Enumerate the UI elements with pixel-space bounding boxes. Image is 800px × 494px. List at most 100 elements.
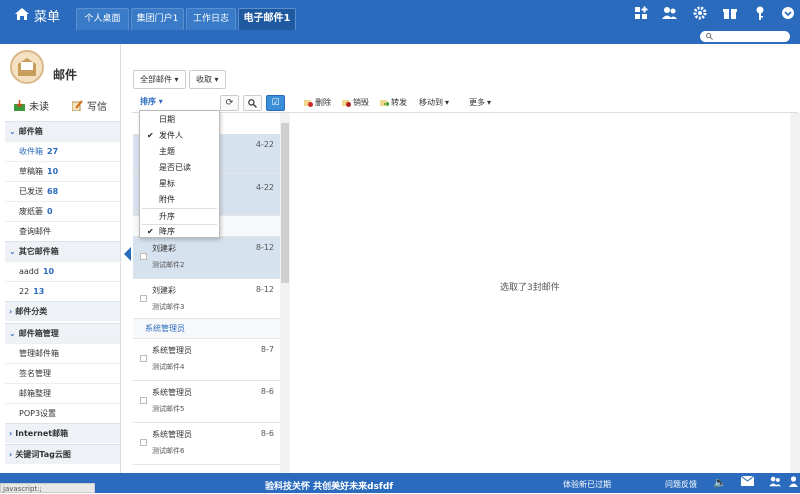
- user-icon[interactable]: [789, 476, 798, 490]
- list-item[interactable]: 刘建彩 8-12 测试邮件3: [133, 279, 280, 319]
- sort-option-asc[interactable]: 升序: [140, 209, 219, 225]
- row-checkbox[interactable]: [140, 253, 147, 260]
- mail-date: 8-6: [260, 387, 274, 396]
- mail-subject: 测试邮件3: [152, 303, 185, 311]
- sort-option-attachment[interactable]: 附件: [140, 192, 219, 208]
- more-dropdown[interactable]: 更多 ▾: [469, 97, 491, 108]
- grid-plus-icon[interactable]: [633, 6, 649, 22]
- item-label: 签名管理: [19, 369, 51, 378]
- tab-email[interactable]: 电子邮件1: [238, 8, 296, 30]
- key-icon[interactable]: [752, 6, 768, 22]
- sort-option-subject[interactable]: 主题: [140, 144, 219, 160]
- option-label: 主题: [159, 147, 175, 156]
- sidebar-item-organize[interactable]: 邮箱整理: [5, 383, 120, 403]
- item-count: 68: [47, 187, 59, 196]
- sidebar-item-signature[interactable]: 签名管理: [5, 363, 120, 383]
- sort-option-star[interactable]: 星标: [140, 176, 219, 192]
- sidebar-item-aadd[interactable]: aadd 10: [5, 261, 120, 281]
- check-icon: ✔: [147, 131, 154, 140]
- users-icon[interactable]: [769, 476, 782, 490]
- users-icon[interactable]: [662, 6, 678, 22]
- chevron-right-icon: ›: [9, 450, 13, 459]
- tab-work-log[interactable]: 工作日志: [186, 8, 236, 30]
- sidebar-item-search-mail[interactable]: 查询邮件: [5, 221, 120, 241]
- sidebar-item-pop3[interactable]: POP3设置: [5, 403, 120, 423]
- mail-icon[interactable]: [740, 475, 755, 489]
- tab-portal[interactable]: 集团门户1: [131, 8, 184, 30]
- chevron-down-icon: ⌄: [9, 247, 16, 256]
- section-other-mailbox[interactable]: ⌄ 其它邮件箱: [5, 241, 120, 261]
- collapse-sidebar-icon[interactable]: [124, 247, 131, 261]
- item-label: 管理邮件箱: [19, 349, 59, 358]
- item-label: 草稿箱: [19, 167, 43, 176]
- list-item[interactable]: 系统管理员 8-6 测试邮件6: [133, 423, 280, 465]
- row-checkbox[interactable]: [140, 439, 147, 446]
- preview-scrollbar[interactable]: [790, 113, 800, 473]
- sidebar-item-drafts[interactable]: 草稿箱 10: [5, 161, 120, 181]
- list-item[interactable]: 刘建彩 8-12 测试邮件2: [133, 237, 280, 279]
- write-button[interactable]: 写信: [72, 96, 107, 114]
- delete-mail-icon: [304, 100, 313, 107]
- select-all-button[interactable]: ☑: [266, 95, 285, 111]
- recall-button[interactable]: 销毁: [342, 97, 369, 108]
- section-mailbox-manage[interactable]: ⌄ 邮件箱管理: [5, 323, 120, 343]
- list-item[interactable]: 系统管理员 8-6 测试邮件5: [133, 381, 280, 423]
- gear-icon[interactable]: [692, 6, 708, 22]
- item-label: aadd: [19, 267, 39, 276]
- mail-date: 8-7: [260, 345, 274, 354]
- section-label: 关键词Tag云图: [15, 450, 71, 459]
- receive-dropdown[interactable]: 收取 ▾: [189, 70, 226, 89]
- list-scrollbar[interactable]: [280, 113, 290, 473]
- feedback-link[interactable]: 问题反馈: [665, 479, 697, 490]
- sidebar-item-22[interactable]: 22 13: [5, 281, 120, 301]
- receive-label: 收取: [196, 75, 212, 84]
- section-mail-category[interactable]: › 邮件分类: [5, 301, 120, 321]
- scrollbar-thumb[interactable]: [281, 123, 289, 283]
- refresh-icon: ⟳: [225, 98, 234, 108]
- speaker-icon[interactable]: 🔈: [713, 476, 727, 489]
- list-item[interactable]: 系统管理员 8-7 测试邮件4: [133, 339, 280, 381]
- inbox-download-icon: [14, 99, 25, 111]
- section-mailbox[interactable]: ⌄ 邮件箱: [5, 121, 120, 141]
- sidebar-item-manage-mailbox[interactable]: 管理邮件箱: [5, 343, 120, 363]
- forward-button[interactable]: 转发: [380, 97, 407, 108]
- all-mail-dropdown[interactable]: 全部邮件 ▾: [133, 70, 186, 89]
- forward-label: 转发: [391, 98, 407, 107]
- sort-option-date[interactable]: 日期: [140, 112, 219, 128]
- sidebar-item-trash[interactable]: 废纸篓 0: [5, 201, 120, 221]
- forward-mail-icon: [380, 100, 389, 107]
- sort-option-sender[interactable]: ✔ 发件人: [140, 128, 219, 144]
- search-icon: [706, 33, 713, 40]
- unread-button[interactable]: 未读: [14, 96, 49, 114]
- destroy-mail-icon: [342, 100, 351, 107]
- row-checkbox[interactable]: [140, 397, 147, 404]
- section-internet-mail[interactable]: › Internet邮箱: [5, 423, 120, 443]
- mail-date: 4-22: [255, 183, 274, 192]
- section-tag-cloud[interactable]: › 关键词Tag云图: [5, 444, 120, 464]
- sidebar-item-inbox[interactable]: 收件箱 27: [5, 141, 120, 161]
- gift-icon[interactable]: [722, 6, 738, 22]
- menu-button[interactable]: 菜单: [14, 6, 60, 25]
- expire-text: 体验新已过期: [563, 480, 611, 489]
- sort-dropdown[interactable]: 排序 ▾: [140, 96, 163, 107]
- sort-menu: 日期 ✔ 发件人 主题 是否已读 星标 附件 升序 ✔ 降序: [139, 110, 220, 238]
- row-checkbox[interactable]: [140, 355, 147, 362]
- item-count: 10: [42, 267, 55, 276]
- refresh-button[interactable]: ⟳: [220, 95, 239, 111]
- chevron-down-circle-icon[interactable]: [780, 6, 796, 22]
- sidebar: 邮件 未读 写信 ⌄ 邮件箱 收件箱 27 草稿箱 10 已发送 68 废纸篓 0 查询邮…: [0, 44, 121, 473]
- delete-button[interactable]: 删除: [304, 97, 331, 108]
- search-input[interactable]: [700, 31, 790, 42]
- tab-personal-desktop[interactable]: 个人桌面: [76, 8, 129, 30]
- sidebar-item-sent[interactable]: 已发送 68: [5, 181, 120, 201]
- chevron-down-icon: ⌄: [9, 329, 16, 338]
- move-to-dropdown[interactable]: 移动到 ▾: [419, 97, 449, 108]
- page-title: 邮件: [53, 68, 78, 82]
- sort-option-read[interactable]: 是否已读: [140, 160, 219, 176]
- row-checkbox[interactable]: [140, 295, 147, 302]
- sort-option-desc[interactable]: ✔ 降序: [140, 224, 219, 240]
- mail-date: 8-12: [255, 285, 274, 294]
- search-button[interactable]: [243, 95, 262, 111]
- avatar: [10, 50, 44, 84]
- section-label: 邮件箱: [18, 127, 43, 136]
